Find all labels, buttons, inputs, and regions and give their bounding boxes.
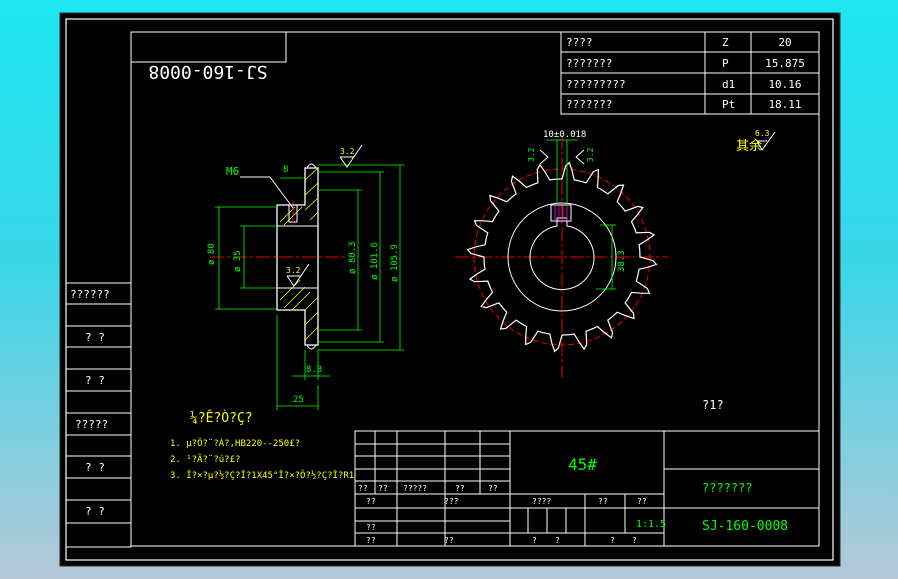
depth-dim: 38.3 [617,250,627,272]
dim-d1: ø 80 [207,243,217,265]
spec-label: ????????? [566,78,626,91]
dim-d2: ø 35 [233,250,243,272]
tb-r1-2: ????? [403,484,427,493]
other-roughness-value: 6.3 [755,129,770,138]
left-col-2: ? ? [85,374,105,387]
spec-value: 15.875 [765,57,805,70]
drawing-number-mirrored: SJ-160-0008 [148,61,267,82]
dim-d4: ø 101.6 [370,242,380,280]
tb-mid-1: ?? [598,497,608,506]
tb-r1-3: ?? [455,484,465,493]
tb-r1-1: ?? [378,484,388,493]
tb-bottom-0: ? [532,536,537,545]
tb-bottom-1: ? [555,536,560,545]
left-col-1: ? ? [85,331,105,344]
tb-r2-1: ??? [444,497,459,506]
dim-bottom: 25 [293,395,304,405]
tb-mid-0: ???? [532,497,551,506]
tb-mid-2: ?? [637,497,647,506]
spec-label: ???? [566,36,593,49]
roughness-mid: 3.2 [286,266,301,275]
tb-bottom-2: ? [610,536,615,545]
roughness-top: 3.2 [340,147,355,156]
material: 45# [568,455,597,474]
note-line-1: 1. µ?Ö?¨?À?,HB220--250£? [170,437,300,449]
dim-d3: ø 80.3 [348,241,358,274]
scale: 1:1.5 [636,519,666,530]
tb-r3-0: ?? [366,523,376,532]
tb-r4-0: ?? [366,536,376,545]
spec-symbol: P [722,57,729,70]
keyway-dim: 10±0.018 [543,130,586,140]
left-col-5: ? ? [85,505,105,518]
thread-label: M6 [226,165,239,178]
spec-symbol: Pt [722,98,735,111]
spec-label: ??????? [566,98,612,111]
cad-drawing: SJ-160-0008 ???? Z 20??????? P 15.875???????… [59,12,841,567]
tb-r1-4: ?? [488,484,498,493]
spec-symbol: d1 [722,78,735,91]
spec-symbol: Z [722,36,729,49]
keyway-roughness-left: 3.2 [527,147,536,162]
spec-label: ??????? [566,57,612,70]
left-col-4: ? ? [85,461,105,474]
drawing-number: SJ-160-0008 [702,519,788,534]
left-col-0: ?????? [70,288,110,301]
part-name: ??????? [702,481,753,495]
roughness-note: ?1? [702,398,724,412]
tb-r4-1: ?? [444,536,454,545]
tb-r1-0: ?? [358,484,368,493]
keyway-roughness-right: 3.2 [586,147,595,162]
dim-top: 8 [283,165,288,175]
note-line-2: 2. ¹?Ã?¨?ú?£? [170,454,240,465]
note-line-3: 3. Î?×?µ?½?Ç?Î?1X45°Î?×?Ö?½?Ç?Î?R1 [170,469,354,481]
notes-title: ¼?Ê?Ò?Ç? [190,410,253,426]
tb-r2-0: ?? [366,497,376,506]
tb-bottom-3: ? [632,536,637,545]
other-roughness-label: 其余 [736,138,762,154]
spec-value: 20 [778,36,791,49]
dim-bottom-small: 8.8 [306,365,322,375]
left-col-3: ????? [75,418,108,431]
spec-value: 18.11 [768,98,801,111]
dim-d5: ø 105.9 [390,244,400,282]
spec-value: 10.16 [768,78,801,91]
